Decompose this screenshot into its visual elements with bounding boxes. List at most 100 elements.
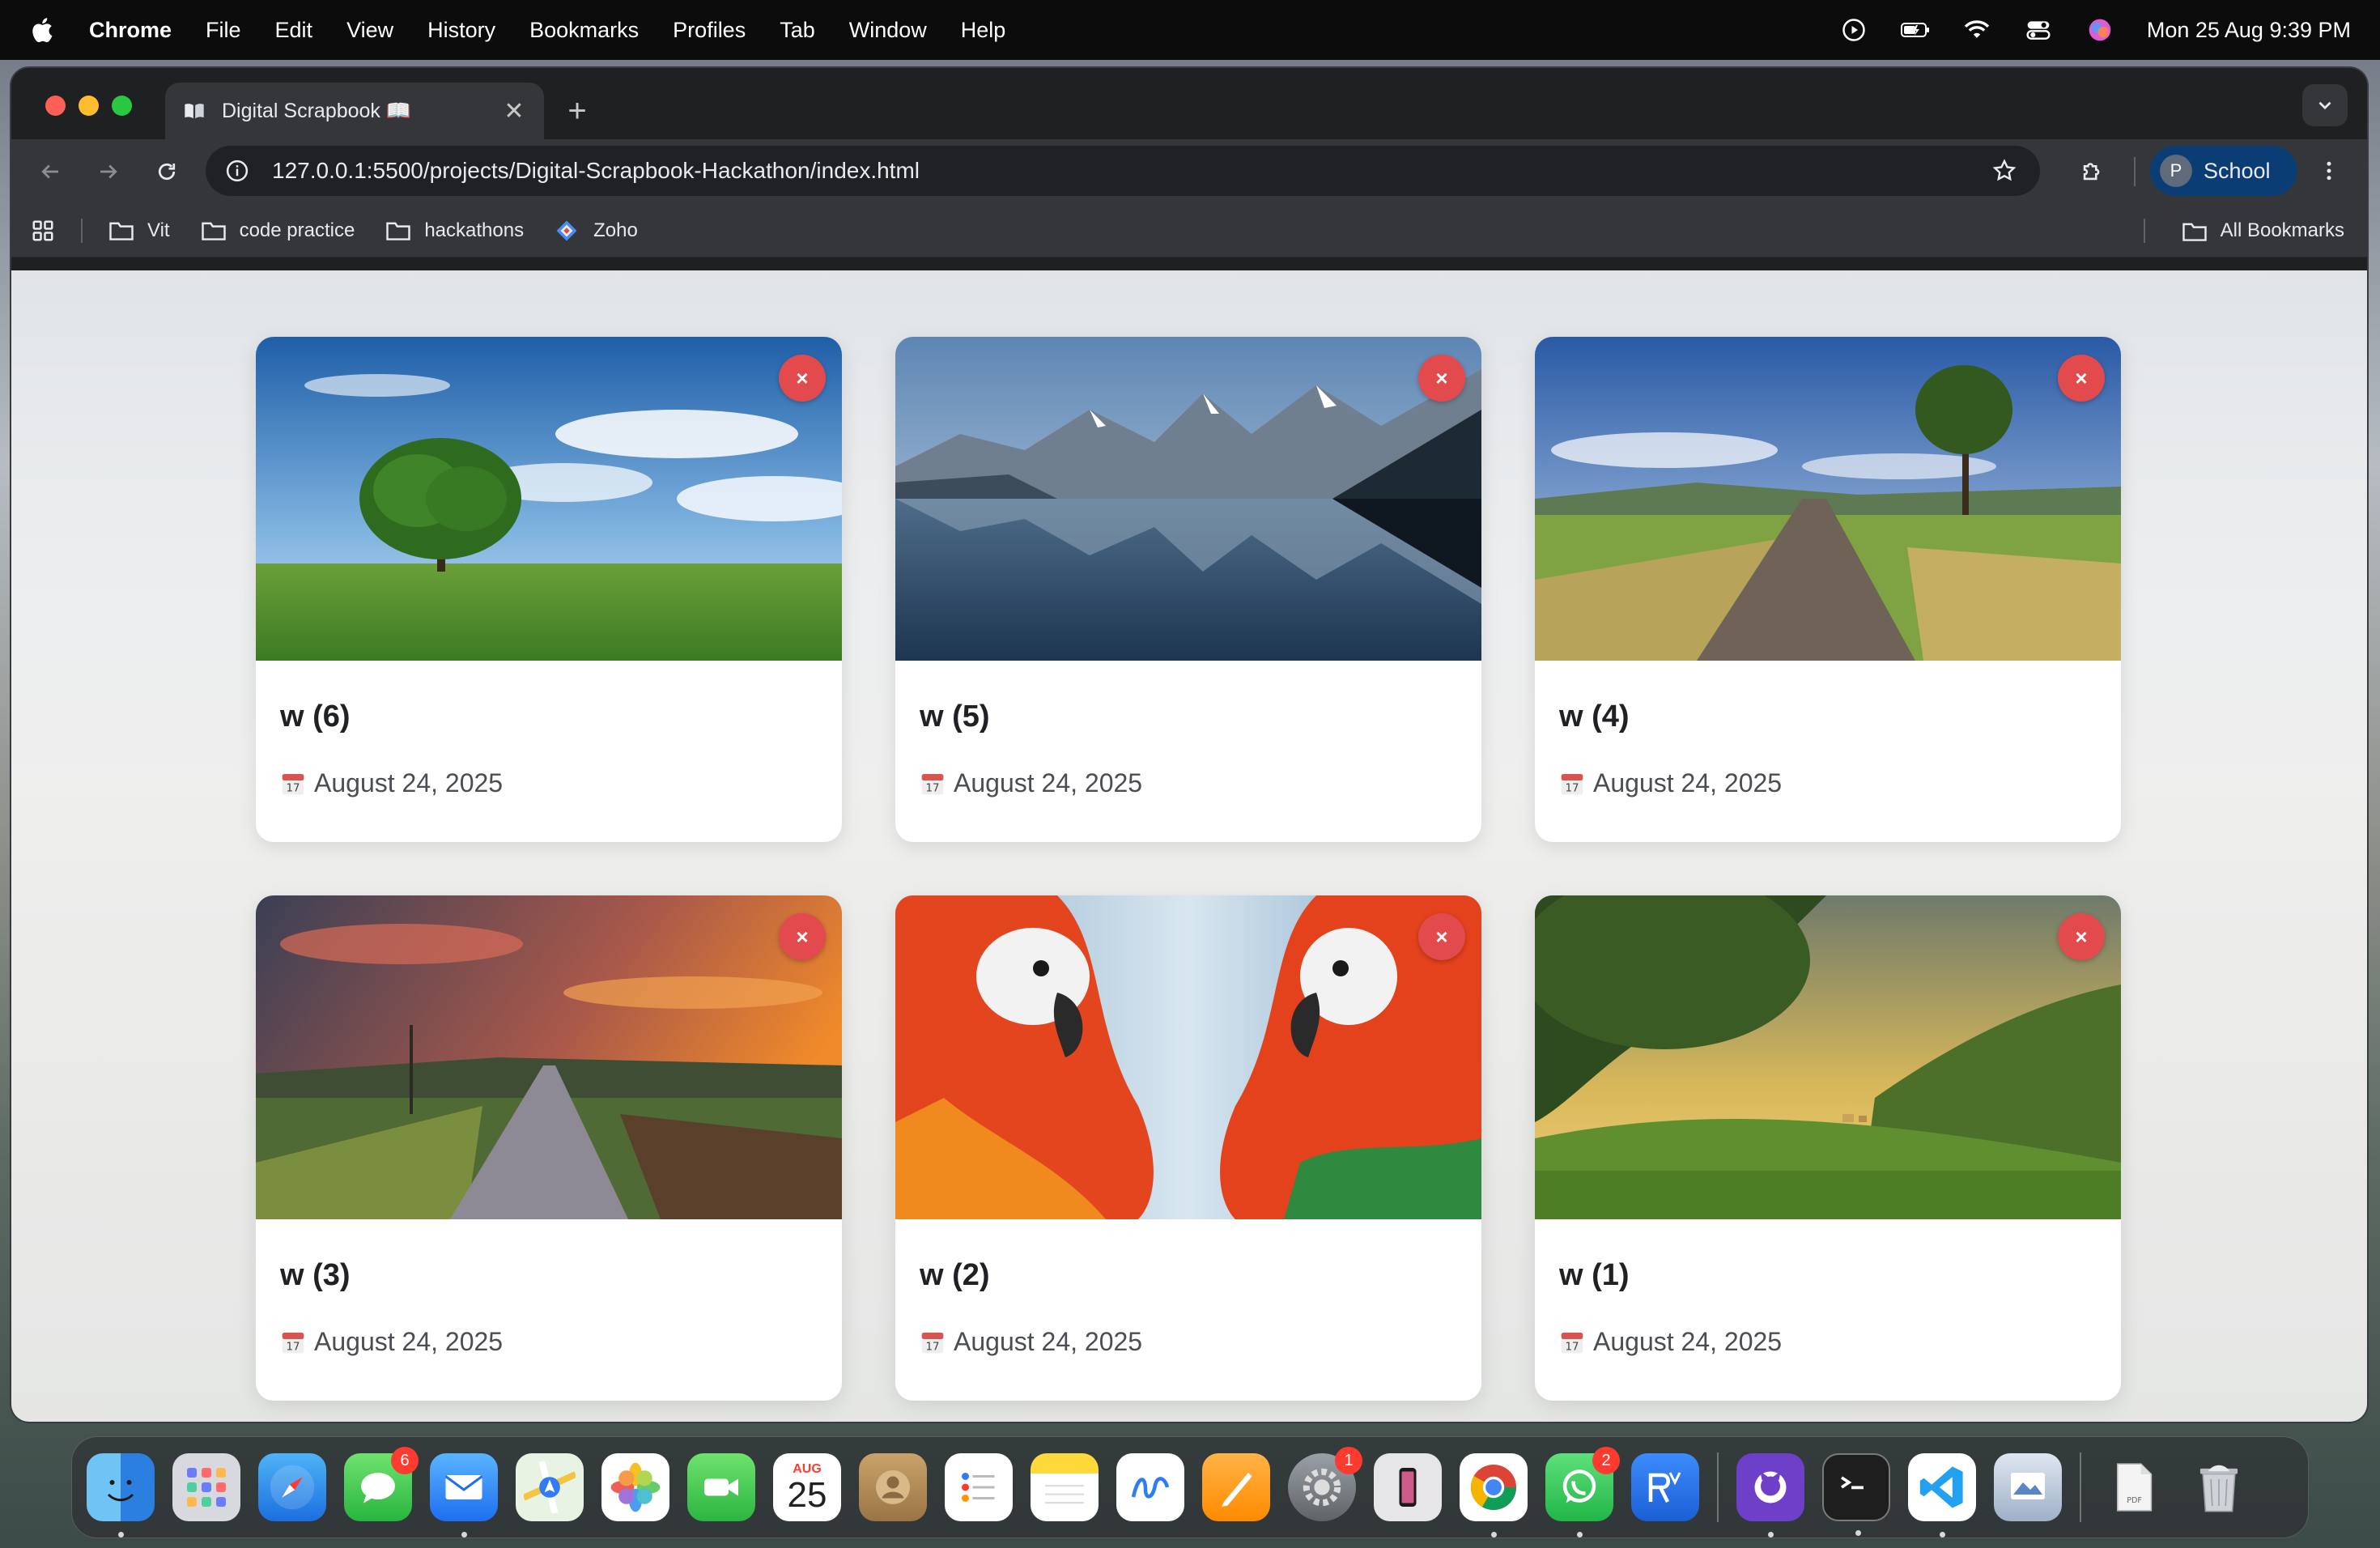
tab-search-button[interactable]: [2302, 84, 2348, 126]
scrapbook-card[interactable]: × w (4) 17 August 24, 2025: [1535, 337, 2121, 842]
menu-app-name[interactable]: Chrome: [89, 18, 172, 43]
whatsapp-icon[interactable]: 2: [1545, 1447, 1620, 1537]
all-bookmarks-label: All Bookmarks: [2220, 219, 2344, 241]
battery-icon[interactable]: [1900, 15, 1930, 45]
messages-icon[interactable]: 6: [344, 1447, 419, 1521]
scrapbook-card[interactable]: × w (1) 17 August 24, 2025: [1535, 895, 2121, 1401]
browser-window: Digital Scrapbook 📖 ✕ + 127.0.0.1:5500/p…: [11, 68, 2367, 1422]
reminders-icon[interactable]: [945, 1453, 1013, 1521]
zoho-icon: [555, 219, 582, 243]
dock-separator: [1717, 1452, 1719, 1522]
finder-icon[interactable]: [87, 1453, 155, 1537]
realvnc-icon[interactable]: [1631, 1453, 1699, 1521]
card-date: 17 August 24, 2025: [1559, 1327, 2097, 1357]
bookmark-zoho[interactable]: Zoho: [555, 219, 638, 243]
mail-icon[interactable]: [430, 1453, 498, 1537]
close-tab-icon[interactable]: ✕: [502, 98, 526, 125]
scrapbook-card[interactable]: × w (2) 17 August 24, 2025: [895, 895, 1481, 1401]
freeform-icon[interactable]: [1116, 1453, 1184, 1521]
zoom-window-button[interactable]: [112, 96, 132, 116]
delete-button[interactable]: ×: [2058, 355, 2105, 402]
card-title: w (1): [1559, 1258, 1630, 1292]
pages-icon[interactable]: [1202, 1453, 1270, 1521]
contacts-icon[interactable]: [859, 1453, 927, 1521]
delete-button[interactable]: ×: [779, 913, 826, 960]
calendar-app-icon[interactable]: AUG 25: [773, 1453, 841, 1521]
dock-separator: [2080, 1452, 2081, 1522]
all-bookmarks-button[interactable]: All Bookmarks: [2182, 204, 2344, 257]
menu-edit[interactable]: Edit: [275, 18, 313, 43]
scrapbook-card[interactable]: × w (3) 17 August 24, 2025: [256, 895, 842, 1401]
launchpad-icon[interactable]: [172, 1453, 240, 1521]
scrapbook-card[interactable]: × w (5) 17 August 24, 2025: [895, 337, 1481, 842]
calendar-icon: 17: [920, 770, 947, 797]
clock-datetime[interactable]: Mon 25 Aug 9:39 PM: [2147, 18, 2351, 43]
apple-menu-icon[interactable]: [29, 14, 57, 46]
whatsapp-badge: 2: [1592, 1447, 1620, 1474]
bookmarks-bar: Vit code practice hackathons Zoho All Bo…: [11, 204, 2367, 257]
bookmark-folder-vit[interactable]: Vit: [108, 219, 170, 243]
svg-text:17: 17: [926, 1341, 940, 1353]
card-image-country-road: ×: [1535, 337, 2121, 661]
facetime-icon[interactable]: [687, 1453, 755, 1521]
menu-help[interactable]: Help: [961, 18, 1006, 43]
more-options-icon[interactable]: [2309, 151, 2349, 191]
safari-icon[interactable]: [258, 1453, 326, 1521]
system-settings-icon[interactable]: 1: [1288, 1447, 1362, 1521]
profile-label: School: [2204, 158, 2271, 183]
siri-icon[interactable]: [2085, 15, 2114, 45]
play-status-icon[interactable]: [1839, 15, 1868, 45]
reload-button[interactable]: [146, 151, 188, 193]
url-text[interactable]: 127.0.0.1:5500/projects/Digital-Scrapboo…: [272, 158, 1991, 184]
site-info-icon[interactable]: [225, 157, 253, 185]
card-date: 17 August 24, 2025: [1559, 768, 2097, 798]
address-bar[interactable]: 127.0.0.1:5500/projects/Digital-Scrapboo…: [206, 146, 2040, 196]
delete-button[interactable]: ×: [779, 355, 826, 402]
menu-history[interactable]: History: [427, 18, 495, 43]
pdf-document-icon[interactable]: PDF: [2099, 1453, 2167, 1521]
bookmark-folder-hackathons[interactable]: hackathons: [385, 219, 524, 243]
menu-tab[interactable]: Tab: [780, 18, 815, 43]
delete-button[interactable]: ×: [1418, 913, 1465, 960]
wifi-icon[interactable]: [1962, 15, 1991, 45]
vscode-icon[interactable]: [1908, 1453, 1976, 1537]
menu-profiles[interactable]: Profiles: [673, 18, 746, 43]
page-viewport[interactable]: × w (6) 17 August 24, 2025 × w (5) 17 Au…: [11, 270, 2367, 1422]
delete-button[interactable]: ×: [1418, 355, 1465, 402]
apps-grid-icon[interactable]: [31, 216, 60, 245]
menu-bookmarks[interactable]: Bookmarks: [529, 18, 639, 43]
tab-digital-scrapbook[interactable]: Digital Scrapbook 📖 ✕: [165, 83, 544, 139]
menu-file[interactable]: File: [206, 18, 241, 43]
settings-badge: 1: [1335, 1447, 1362, 1474]
card-date-text: August 24, 2025: [314, 1327, 504, 1356]
control-center-icon[interactable]: [2024, 15, 2053, 45]
forward-button[interactable]: [87, 151, 130, 193]
iphone-mirroring-icon[interactable]: [1374, 1453, 1442, 1521]
back-button[interactable]: [29, 151, 71, 193]
card-date-text: August 24, 2025: [1593, 1327, 1783, 1356]
maps-icon[interactable]: [516, 1453, 584, 1521]
delete-button[interactable]: ×: [2058, 913, 2105, 960]
photos-icon[interactable]: [601, 1453, 669, 1521]
preview-icon[interactable]: [1994, 1453, 2062, 1521]
github-desktop-icon[interactable]: [1736, 1453, 1804, 1537]
calendar-icon: 17: [1559, 1329, 1587, 1356]
profile-button[interactable]: P School: [2150, 146, 2297, 196]
menu-view[interactable]: View: [346, 18, 393, 43]
minimize-window-button[interactable]: [79, 96, 99, 116]
extensions-puzzle-icon[interactable]: [2072, 151, 2113, 191]
new-tab-button[interactable]: +: [559, 92, 596, 130]
close-window-button[interactable]: [45, 96, 66, 116]
bookmark-label: Vit: [147, 219, 170, 241]
terminal-icon[interactable]: [1822, 1453, 1890, 1536]
trash-icon[interactable]: [2185, 1453, 2253, 1521]
folder-icon: [201, 219, 228, 243]
calendar-icon: 17: [920, 1329, 947, 1356]
menu-window[interactable]: Window: [849, 18, 927, 43]
chrome-icon[interactable]: [1460, 1453, 1528, 1537]
bookmark-folder-code-practice[interactable]: code practice: [201, 219, 355, 243]
scrapbook-card[interactable]: × w (6) 17 August 24, 2025: [256, 337, 842, 842]
bookmark-star-icon[interactable]: [1991, 156, 2021, 185]
card-date: 17 August 24, 2025: [920, 768, 1457, 798]
notes-icon[interactable]: [1031, 1453, 1099, 1521]
